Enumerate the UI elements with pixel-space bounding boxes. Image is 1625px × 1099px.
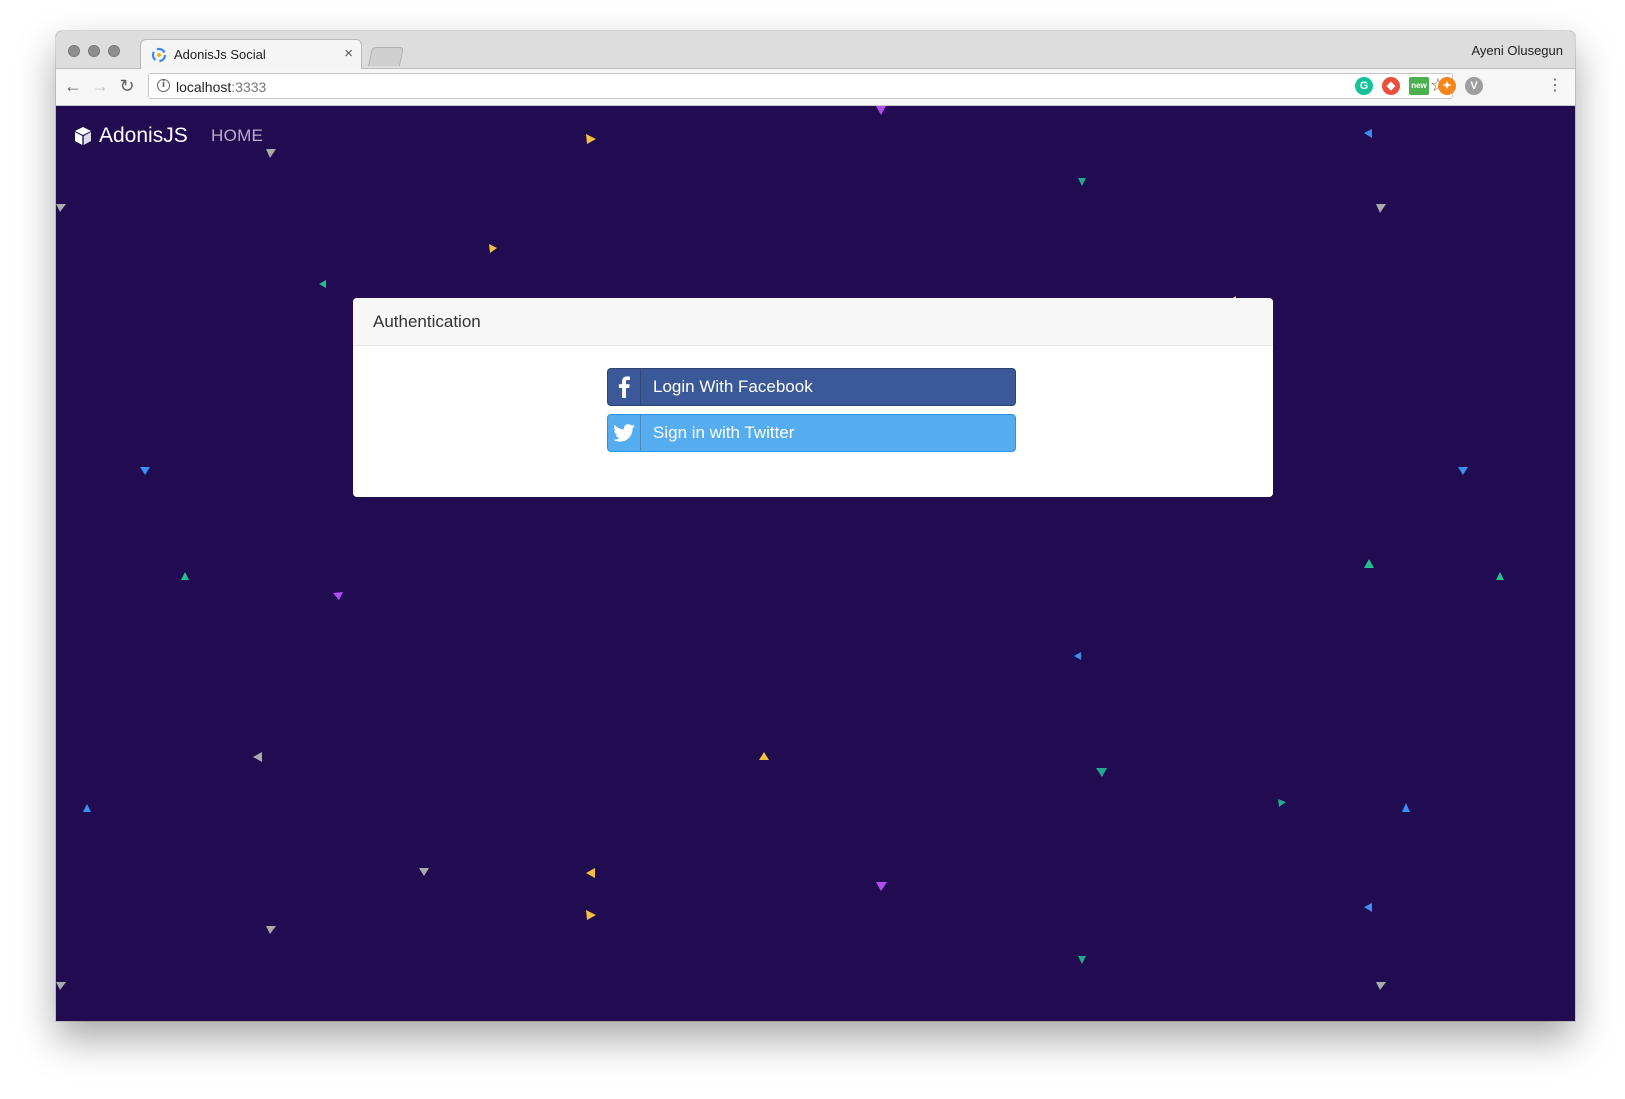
confetti-triangle <box>759 752 769 760</box>
url-host: localhost <box>176 79 232 95</box>
confetti-triangle <box>1458 467 1468 475</box>
confetti-triangle <box>253 752 262 762</box>
facebook-icon <box>608 369 641 405</box>
adonis-favicon-icon <box>151 47 167 63</box>
confetti-triangle <box>1364 559 1374 568</box>
url-port: :3333 <box>231 79 267 95</box>
login-with-facebook-button[interactable]: Login With Facebook <box>607 368 1016 406</box>
confetti-triangle <box>266 149 276 158</box>
title-bar: AdonisJs Social × Ayeni Olusegun <box>56 31 1575 69</box>
confetti-triangle <box>876 106 886 115</box>
cube-icon <box>75 127 91 145</box>
confetti-triangle <box>1364 129 1372 138</box>
confetti-triangle <box>319 280 326 288</box>
confetti-triangle <box>876 882 887 891</box>
confetti-triangle <box>419 868 429 876</box>
confetti-triangle <box>56 204 66 212</box>
card-title: Authentication <box>373 312 481 331</box>
browser-window: AdonisJs Social × Ayeni Olusegun ← → ↻ i… <box>56 31 1575 1021</box>
confetti-triangle <box>586 134 596 144</box>
confetti-triangle <box>56 982 66 990</box>
tab-close-icon[interactable]: × <box>344 45 353 62</box>
confetti-triangle <box>1376 982 1386 990</box>
close-window-button[interactable] <box>68 45 80 57</box>
confetti-background <box>56 106 1504 990</box>
confetti-triangle <box>181 572 189 580</box>
confetti-triangle <box>1078 956 1086 964</box>
site-info-icon[interactable]: i <box>157 79 170 92</box>
confetti-triangle <box>1278 799 1286 807</box>
card-header: Authentication <box>353 298 1273 346</box>
confetti-triangle <box>140 467 150 475</box>
forward-arrow-icon[interactable]: → <box>89 75 111 97</box>
grammarly-icon[interactable]: G <box>1355 77 1373 95</box>
confetti-triangle <box>83 804 91 812</box>
confetti-triangle <box>586 868 595 878</box>
nav-link-home[interactable]: HOME <box>211 126 263 146</box>
facebook-button-label: Login With Facebook <box>653 377 813 396</box>
reload-icon[interactable]: ↻ <box>116 75 138 97</box>
confetti-triangle <box>333 592 343 600</box>
twitter-bird-icon <box>608 415 641 451</box>
confetti-triangle <box>1078 178 1086 186</box>
authentication-card: Authentication Login With Facebook Sign … <box>353 298 1273 497</box>
new-tab-button[interactable] <box>367 47 405 66</box>
confetti-triangle <box>266 926 276 934</box>
confetti-triangle <box>489 244 497 253</box>
url-text: localhost:3333 <box>176 79 266 95</box>
browser-menu-icon[interactable]: ⋮ <box>1547 75 1563 97</box>
sign-in-with-twitter-button[interactable]: Sign in with Twitter <box>607 414 1016 452</box>
confetti-triangle <box>1096 768 1107 777</box>
twitter-button-label: Sign in with Twitter <box>653 423 795 442</box>
brand-name: AdonisJS <box>99 124 188 147</box>
new-badge-icon[interactable]: new <box>1409 77 1429 95</box>
confetti-triangle <box>1364 903 1372 912</box>
confetti-triangle <box>1376 204 1386 213</box>
metamask-icon[interactable]: ✦ <box>1438 77 1456 95</box>
vue-devtools-icon[interactable]: V <box>1465 77 1483 95</box>
brand-logo[interactable]: AdonisJS <box>73 122 188 150</box>
tab-title: AdonisJs Social <box>174 47 266 62</box>
confetti-triangle <box>1496 572 1504 580</box>
confetti-triangle <box>1074 652 1081 660</box>
browser-tab[interactable]: AdonisJs Social × <box>140 39 362 69</box>
browser-toolbar: ← → ↻ i localhost:3333 ☆ G ◆ new ✦ V ⋮ <box>56 69 1575 106</box>
confetti-triangle <box>1402 803 1410 812</box>
page-content: AdonisJS HOME Authentication Login With … <box>56 106 1575 1021</box>
back-arrow-icon[interactable]: ← <box>62 75 84 97</box>
maximize-window-button[interactable] <box>108 45 120 57</box>
profile-name[interactable]: Ayeni Olusegun <box>1471 43 1563 58</box>
address-bar[interactable]: i localhost:3333 ☆ <box>148 73 1453 99</box>
confetti-triangle <box>586 910 596 920</box>
color-picker-icon[interactable]: ◆ <box>1382 77 1400 95</box>
minimize-window-button[interactable] <box>88 45 100 57</box>
